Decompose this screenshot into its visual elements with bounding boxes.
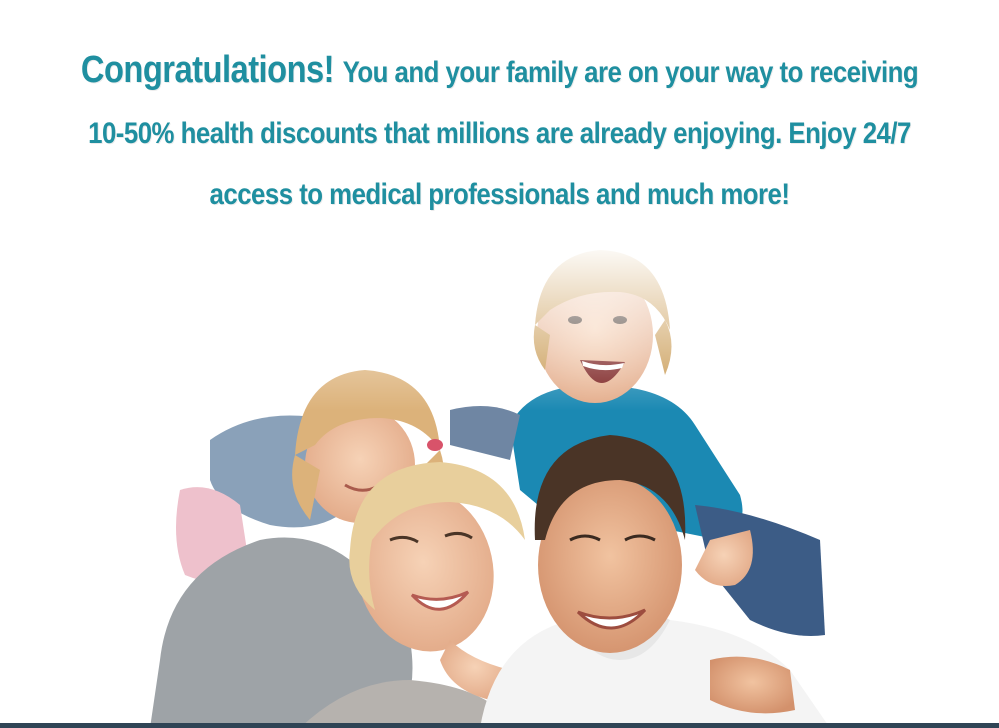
- congratulations-headline: Congratulations! You and your family are …: [70, 40, 929, 225]
- headline-line-3: access to medical professionals and much…: [209, 178, 790, 211]
- headline-lead: Congratulations!: [80, 49, 335, 91]
- headline-line-2: 10-50% health discounts that millions ar…: [88, 117, 911, 150]
- bottom-bar: [0, 723, 999, 728]
- headline-line-1: Congratulations! You and your family are …: [70, 40, 929, 103]
- page: Congratulations! You and your family are …: [0, 0, 999, 728]
- family-photo: [150, 240, 850, 728]
- headline-line-1-text: You and your family are on your way to r…: [342, 56, 919, 89]
